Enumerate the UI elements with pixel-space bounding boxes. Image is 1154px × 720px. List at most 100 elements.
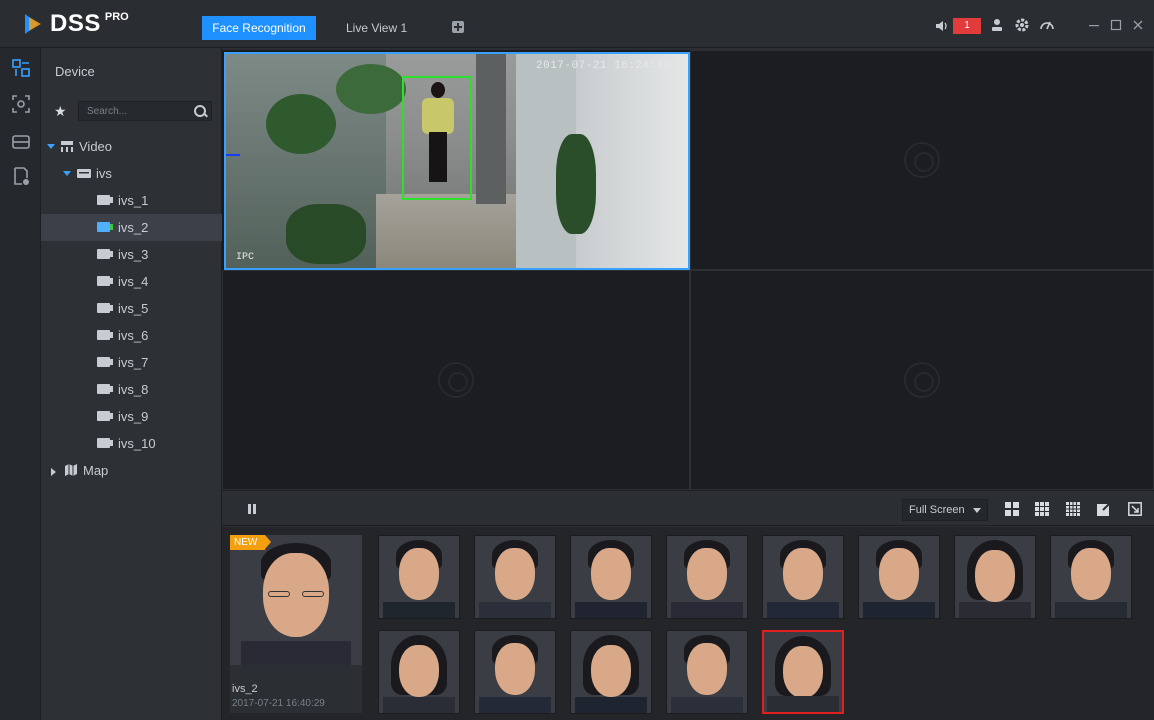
capture-thumbnail[interactable]: [378, 535, 460, 619]
video-window-4[interactable]: [690, 270, 1154, 490]
tree-node-map[interactable]: Map: [41, 457, 222, 484]
tree-node-ivs-8[interactable]: ivs_8: [41, 376, 222, 403]
expanded-arrow-icon[interactable]: [47, 144, 55, 149]
tab-face-recognition[interactable]: Face Recognition: [202, 16, 316, 40]
add-tab-icon[interactable]: [452, 21, 464, 33]
video-window-3[interactable]: [222, 270, 690, 490]
collapsed-arrow-icon[interactable]: [51, 468, 56, 476]
tree-label: ivs_5: [118, 301, 149, 316]
tree-node-ivs-2[interactable]: ivs_2: [41, 214, 222, 241]
capture-thumbnail[interactable]: [666, 535, 748, 619]
tree-label: ivs: [96, 166, 112, 181]
view-mode-select[interactable]: Full Screen: [902, 499, 988, 521]
dropdown-caret-icon[interactable]: [973, 508, 981, 513]
tree-node-ivs-1[interactable]: ivs_1: [41, 187, 222, 214]
camera-channel-icon: [97, 330, 113, 340]
star-icon[interactable]: ★: [54, 104, 68, 118]
tree-label: ivs_8: [118, 382, 149, 397]
video-timestamp: 2017-07-21 16:24:40: [536, 60, 671, 72]
speedometer-icon[interactable]: [1039, 17, 1055, 33]
latest-capture-photo: NEW: [230, 535, 362, 665]
gear-icon[interactable]: [1014, 17, 1030, 33]
panel-title: Device: [55, 64, 95, 79]
capture-thumbnail-selected[interactable]: [762, 630, 844, 714]
capture-thumbnail[interactable]: [474, 535, 556, 619]
capture-thumbnail[interactable]: [474, 630, 556, 714]
camera-osd-label: IPC: [236, 252, 255, 263]
capture-thumbnail[interactable]: [570, 535, 652, 619]
speaker-icon: [936, 21, 947, 31]
capture-thumbnail[interactable]: [1050, 535, 1132, 619]
camera-channel-icon: [97, 411, 113, 421]
pause-icon[interactable]: [248, 504, 256, 514]
layout-16-icon[interactable]: [1066, 502, 1080, 516]
camera-channel-icon: [97, 195, 113, 205]
search-box[interactable]: [78, 101, 212, 121]
capture-thumbnail[interactable]: [954, 535, 1036, 619]
tree-node-ivs-10[interactable]: ivs_10: [41, 430, 222, 457]
view-mode-value: Full Screen: [909, 504, 965, 516]
live-view-icon[interactable]: [11, 58, 31, 78]
latest-capture-card[interactable]: NEW ivs_2 2017-07-21 16:40:29: [230, 535, 362, 713]
face-search-icon[interactable]: [11, 94, 31, 114]
pillar: [476, 54, 506, 204]
tree-node-ivs-5[interactable]: ivs_5: [41, 295, 222, 322]
edit-icon[interactable]: [1097, 502, 1111, 516]
camera-channel-icon: [97, 276, 113, 286]
capture-thumbnail[interactable]: [570, 630, 652, 714]
tree-node-ivs-4[interactable]: ivs_4: [41, 268, 222, 295]
plant: [266, 94, 336, 154]
tree-node-ivs-3[interactable]: ivs_3: [41, 241, 222, 268]
search-icon[interactable]: [193, 104, 207, 118]
arrow-marker: [226, 154, 240, 156]
maximize-icon[interactable]: [1108, 17, 1124, 33]
tree-label: ivs_4: [118, 274, 149, 289]
camera-channel-icon: [97, 303, 113, 313]
tree-node-ivs-6[interactable]: ivs_6: [41, 322, 222, 349]
latest-capture-channel: ivs_2: [232, 683, 258, 695]
map-icon: [65, 464, 77, 476]
face-capture-strip: NEW ivs_2 2017-07-21 16:40:29: [222, 527, 1154, 720]
capture-thumbnail[interactable]: [666, 630, 748, 714]
nvr-device-icon: [77, 169, 91, 178]
tree-label: Video: [79, 139, 113, 154]
face-detection-box: [402, 76, 472, 200]
capture-thumbnail[interactable]: [858, 535, 940, 619]
tree-label: ivs_2: [118, 220, 149, 235]
tree-node-ivs-9[interactable]: ivs_9: [41, 403, 222, 430]
close-icon[interactable]: [1130, 17, 1146, 33]
device-icon[interactable]: [11, 132, 31, 152]
exit-fullscreen-icon[interactable]: [1128, 502, 1142, 516]
floor: [376, 194, 516, 268]
tab-live-view-1[interactable]: Live View 1: [336, 16, 417, 40]
report-icon[interactable]: [11, 166, 31, 186]
camera-channel-icon: [97, 357, 113, 367]
tree-label: ivs_10: [118, 436, 156, 451]
tree-label: ivs_7: [118, 355, 149, 370]
layout-9-icon[interactable]: [1035, 502, 1049, 516]
video-window-2[interactable]: [690, 50, 1154, 270]
tree-node-ivs-7[interactable]: ivs_7: [41, 349, 222, 376]
tree-label: ivs_6: [118, 328, 149, 343]
title-bar: DSS PRO Face Recognition Live View 1 1: [0, 0, 1154, 48]
search-input[interactable]: [87, 104, 187, 118]
tree-node-ivs[interactable]: ivs: [41, 160, 222, 187]
minimize-icon[interactable]: [1086, 17, 1102, 33]
brand-name: DSS: [50, 10, 101, 37]
empty-channel-icon: [904, 142, 940, 178]
tree-label: ivs_3: [118, 247, 149, 262]
latest-capture-time: 2017-07-21 16:40:29: [232, 698, 325, 709]
alarm-indicator[interactable]: 1: [935, 18, 981, 34]
capture-thumbnail[interactable]: [762, 535, 844, 619]
plant: [556, 134, 596, 234]
capture-thumbnail[interactable]: [378, 630, 460, 714]
tree-node-video[interactable]: Video: [41, 133, 222, 160]
expanded-arrow-icon[interactable]: [63, 171, 71, 176]
plant: [336, 64, 406, 114]
logo-icon: [25, 14, 41, 34]
video-grid: 2017-07-21 16:24:40 IPC: [222, 50, 1154, 490]
user-icon[interactable]: [989, 17, 1005, 33]
layout-4-icon[interactable]: [1005, 502, 1019, 516]
video-window-1[interactable]: 2017-07-21 16:24:40 IPC: [224, 52, 690, 270]
empty-channel-icon: [904, 362, 940, 398]
